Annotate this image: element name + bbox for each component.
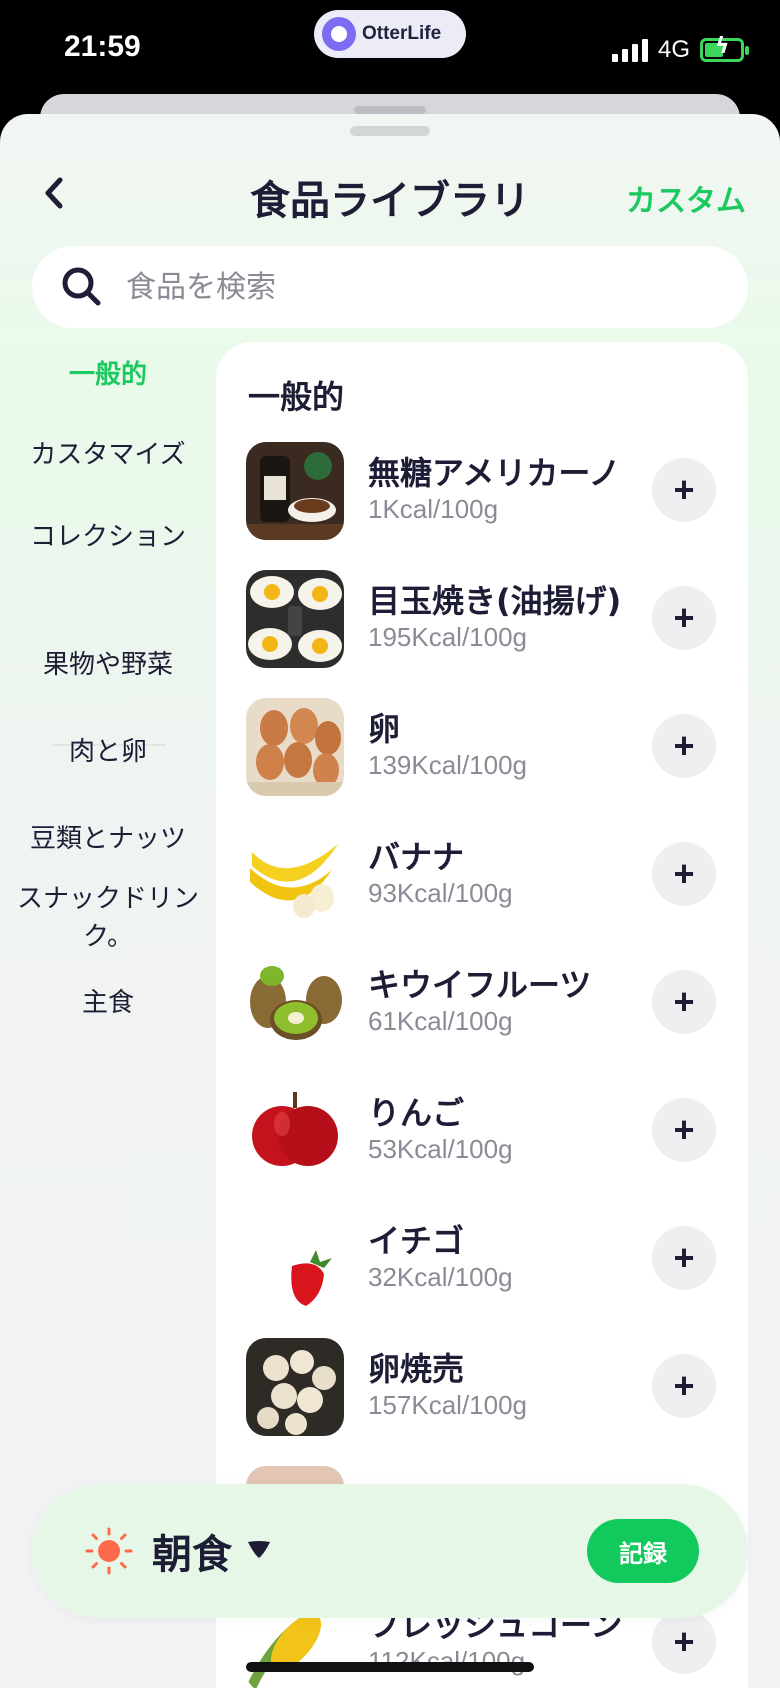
search-icon [62,267,101,306]
food-name: キウイフルーツ [368,966,592,1004]
plus-icon: + [673,597,695,638]
food-calories: 61Kcal/100g [368,1006,513,1036]
food-item[interactable]: イチゴ 32Kcal/100g + [216,1200,748,1320]
category-collection[interactable]: コレクション [0,518,216,556]
category-general[interactable]: 一般的 [0,356,216,394]
search-bar[interactable] [32,246,748,328]
food-name: 目玉焼き(油揚げ) [368,582,622,620]
food-item[interactable]: 目玉焼き(油揚げ) 195Kcal/100g + [216,560,748,680]
add-food-button[interactable]: + [652,586,716,650]
otter-logo-icon [322,17,356,51]
plus-icon: + [673,853,695,894]
strawberry-thumbnail [246,1210,344,1308]
food-item[interactable]: 卵焼売 157Kcal/100g + [216,1328,748,1448]
category-meat-eggs[interactable]: 肉と卵 [0,733,216,771]
plus-icon: + [673,981,695,1022]
search-input[interactable] [126,269,686,305]
record-button[interactable]: 記録 [587,1519,699,1583]
food-item[interactable]: 卵 139Kcal/100g + [216,688,748,808]
add-food-button[interactable]: + [652,1354,716,1418]
food-name: イチゴ [368,1222,465,1260]
add-food-button[interactable]: + [652,714,716,778]
network-type: 4G [657,36,690,63]
meal-bar: 朝食 記録 [32,1484,748,1618]
meal-selector[interactable]: 朝食 [152,1522,232,1580]
food-library-sheet: 食品ライブラリ カスタム 一般的 カスタマイズ コレクション 果物や野菜 肉と卵… [0,114,780,1688]
food-item[interactable]: バナナ 93Kcal/100g + [216,816,748,936]
add-food-button[interactable]: + [652,458,716,522]
food-calories: 93Kcal/100g [368,878,513,908]
food-item[interactable]: 無糖アメリカーノ 1Kcal/100g + [216,432,748,552]
apple-thumbnail [246,1082,344,1180]
sun-icon [85,1527,133,1575]
category-beans-nuts[interactable]: 豆類とナッツ [0,820,216,858]
section-title: 一般的 [248,378,345,416]
sheet-grabber[interactable] [350,126,430,136]
plus-icon: + [673,1365,695,1406]
app-indicator-name: OtterLife [362,23,442,44]
add-food-button[interactable]: + [652,842,716,906]
plus-icon: + [673,725,695,766]
food-item[interactable]: キウイフルーツ 61Kcal/100g + [216,944,748,1064]
food-name: 卵 [368,710,401,748]
add-food-button[interactable]: + [652,1098,716,1162]
plus-icon: + [673,1237,695,1278]
custom-button[interactable]: カスタム [626,176,746,220]
food-calories: 195Kcal/100g [368,622,528,652]
add-food-button[interactable]: + [652,1226,716,1290]
food-calories: 32Kcal/100g [368,1262,513,1292]
fried-egg-thumbnail [246,570,344,668]
food-calories: 1Kcal/100g [368,494,499,524]
battery-charging-icon: ϟ [700,36,749,62]
food-calories: 157Kcal/100g [368,1390,528,1420]
kiwi-thumbnail [246,954,344,1052]
caret-down-icon[interactable] [246,1538,272,1560]
add-food-button[interactable]: + [652,1610,716,1674]
food-name: 無糖アメリカーノ [368,454,621,492]
category-staple[interactable]: 主食 [0,984,216,1022]
plus-icon: + [673,469,695,510]
nav-bar: 食品ライブラリ カスタム [0,158,780,228]
food-item[interactable]: りんご 53Kcal/100g + [216,1072,748,1192]
category-fruits-vegetables[interactable]: 果物や野菜 [0,646,216,684]
plus-icon: + [673,1621,695,1662]
category-customize[interactable]: カスタマイズ [0,436,216,474]
shumai-thumbnail [246,1338,344,1436]
app-indicator-pill[interactable]: OtterLife [314,10,466,58]
food-calories: 53Kcal/100g [368,1134,513,1164]
status-time: 21:59 [64,30,141,63]
food-name: バナナ [368,838,465,876]
food-name: りんご [368,1094,465,1132]
food-name: 卵焼売 [368,1350,465,1388]
status-bar: 21:59 OtterLife 4G ϟ [0,0,780,100]
plus-icon: + [673,1109,695,1150]
americano-thumbnail [246,442,344,540]
signal-icon [611,38,648,62]
home-indicator[interactable] [246,1662,534,1672]
category-snack-drink[interactable]: スナックドリンク。 [8,880,208,956]
eggs-thumbnail [246,698,344,796]
add-food-button[interactable]: + [652,970,716,1034]
status-indicators: 4G ϟ [611,36,749,64]
food-calories: 139Kcal/100g [368,750,528,780]
banana-thumbnail [246,826,344,924]
